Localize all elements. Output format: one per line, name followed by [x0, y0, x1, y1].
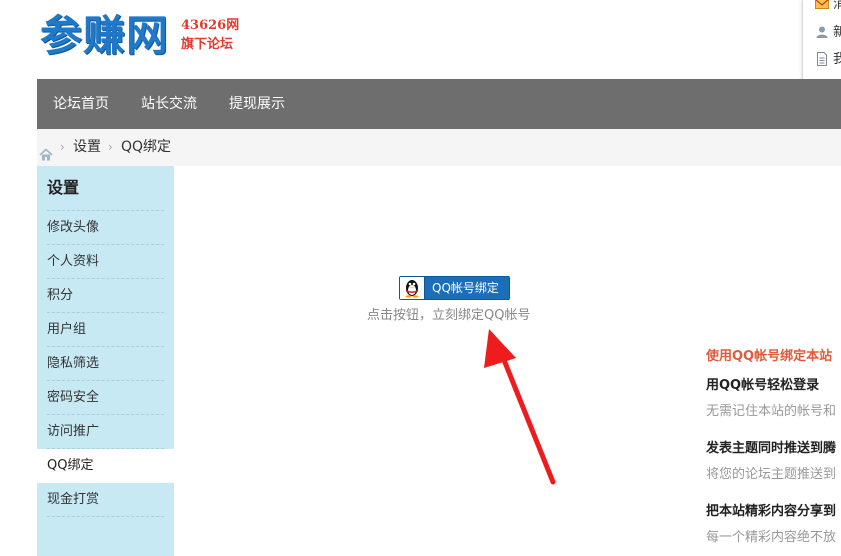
sidebar-item-profile[interactable]: 个人资料: [47, 245, 164, 279]
mail-icon: [815, 0, 829, 11]
logo-text: 参赚网: [40, 11, 170, 60]
red-arrow-annotation: [484, 329, 556, 485]
breadcrumb-separator: ›: [60, 140, 65, 154]
menu-item-label: 新: [833, 25, 841, 40]
qq-bind-hint: 点击按钮，立刻绑定QQ帐号: [367, 308, 531, 323]
logo-subtitle-2: 旗下论坛: [181, 37, 234, 52]
sidebar-item-promotion[interactable]: 访问推广: [47, 415, 164, 449]
feature-desc-share: 每一个精彩内容绝不放: [706, 530, 837, 545]
menu-item-mine[interactable]: 我: [815, 50, 841, 70]
breadcrumb-qq-bind: QQ绑定: [121, 139, 172, 155]
qq-bind-button-label: QQ帐号绑定: [432, 281, 499, 295]
breadcrumb: › 设置 › QQ绑定: [37, 129, 841, 166]
home-icon[interactable]: [39, 140, 53, 161]
feature-panel-title: 使用QQ帐号绑定本站: [706, 349, 833, 364]
nav-item-webmaster[interactable]: 站长交流: [141, 79, 197, 129]
feature-heading-share: 把本站精彩内容分享到: [706, 504, 837, 519]
site-header: 参赚网 43626网 旗下论坛: [0, 0, 841, 79]
feature-desc-login: 无需记住本站的帐号和: [706, 404, 837, 419]
feature-heading-login: 用QQ帐号轻松登录: [706, 378, 820, 393]
sidebar-title: 设置: [47, 178, 80, 197]
sidebar-item-privacy[interactable]: 隐私筛选: [47, 347, 164, 381]
sidebar-item-usergroup[interactable]: 用户组: [47, 313, 164, 347]
breadcrumb-settings[interactable]: 设置: [73, 129, 101, 166]
sidebar-item-qq-bind[interactable]: QQ绑定: [37, 449, 174, 483]
main-navbar: 论坛首页 站长交流 提现展示: [37, 79, 841, 129]
menu-item-messages[interactable]: 消息: [815, 0, 841, 15]
sidebar-item-avatar[interactable]: 修改头像: [47, 211, 164, 245]
menu-item-new[interactable]: 新: [815, 23, 841, 43]
menu-item-label: 消息: [833, 0, 841, 12]
qq-penguin-icon: [400, 277, 425, 299]
logo-subtitle-1: 43626网: [181, 18, 240, 33]
nav-item-forum-home[interactable]: 论坛首页: [53, 79, 109, 129]
settings-sidebar: 设置 修改头像 个人资料 积分 用户组 隐私筛选 密码安全 访问推广 QQ绑定 …: [37, 166, 174, 556]
menu-item-label: 我: [833, 52, 841, 67]
feature-desc-push: 将您的论坛主题推送到: [706, 467, 837, 482]
sidebar-item-cash-reward[interactable]: 现金打赏: [47, 483, 164, 517]
user-dropdown-menu: 消息 新 我: [802, 0, 841, 89]
sidebar-item-credits[interactable]: 积分: [47, 279, 164, 313]
user-icon: [815, 25, 829, 39]
document-icon: [815, 51, 829, 66]
qq-bind-button[interactable]: QQ帐号绑定: [399, 276, 510, 300]
nav-item-withdrawal[interactable]: 提现展示: [229, 79, 285, 129]
feature-heading-push: 发表主题同时推送到腾: [706, 441, 837, 456]
breadcrumb-separator: ›: [108, 140, 113, 154]
sidebar-item-password[interactable]: 密码安全: [47, 381, 164, 415]
